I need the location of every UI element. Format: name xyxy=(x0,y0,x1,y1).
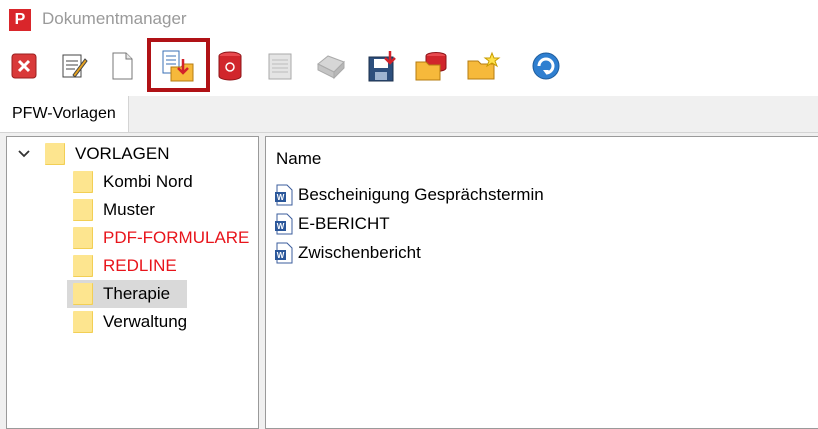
folder-icon xyxy=(73,255,93,277)
notes-button[interactable] xyxy=(262,48,298,84)
word-document-icon: W xyxy=(275,184,293,206)
refresh-icon xyxy=(532,52,560,80)
tab-pfw-vorlagen[interactable]: PFW-Vorlagen xyxy=(0,96,129,132)
word-document-icon: W xyxy=(275,242,293,264)
tab-bar: PFW-Vorlagen xyxy=(0,96,818,133)
tree-item-label: PDF-FORMULARE xyxy=(103,228,250,247)
column-header-name[interactable]: Name xyxy=(266,137,818,177)
delete-database-button[interactable] xyxy=(212,48,248,84)
open-folder-database-icon xyxy=(415,52,447,81)
list-item[interactable]: W Bescheinigung Gesprächstermin xyxy=(274,181,544,209)
tree-item-label: Muster xyxy=(103,200,155,219)
folder-tree: VORLAGEN Kombi Nord Muster PDF-FORMULARE… xyxy=(6,136,259,429)
delete-database-icon xyxy=(218,51,242,81)
svg-text:W: W xyxy=(277,193,285,202)
refresh-button[interactable] xyxy=(528,48,564,84)
tree-item-therapie[interactable]: Therapie xyxy=(73,281,170,307)
close-icon xyxy=(11,53,37,79)
tree-item-label: Verwaltung xyxy=(103,312,188,331)
notes-icon xyxy=(268,53,292,80)
print-button[interactable] xyxy=(312,48,348,84)
tree-item-label: Therapie xyxy=(103,284,171,303)
new-folder-button[interactable] xyxy=(466,48,502,84)
toolbar xyxy=(0,40,818,96)
word-document-icon: W xyxy=(275,213,293,235)
svg-text:W: W xyxy=(277,251,285,260)
new-document-button[interactable] xyxy=(104,48,140,84)
tree-item-label: VORLAGEN xyxy=(75,144,170,163)
tree-item-label: REDLINE xyxy=(103,256,177,275)
folder-icon xyxy=(73,311,93,333)
file-name: Bescheinigung Gesprächstermin xyxy=(298,185,544,204)
save-export-button[interactable] xyxy=(364,48,400,84)
tree-root-vorlagen[interactable]: VORLAGEN xyxy=(15,141,169,167)
tree-item-pdf-formulare[interactable]: PDF-FORMULARE xyxy=(73,225,249,251)
window-title: Dokumentmanager xyxy=(42,9,187,28)
tree-item-verwaltung[interactable]: Verwaltung xyxy=(73,309,187,335)
list-item[interactable]: W Zwischenbericht xyxy=(274,239,421,267)
file-name: Zwischenbericht xyxy=(298,243,421,262)
app-logo-icon: P xyxy=(9,9,31,31)
close-button[interactable] xyxy=(6,48,42,84)
file-name: E-BERICHT xyxy=(298,214,390,233)
svg-text:W: W xyxy=(277,222,285,231)
open-folder-database-button[interactable] xyxy=(414,48,450,84)
edit-document-button[interactable] xyxy=(56,48,92,84)
edit-document-icon xyxy=(62,54,88,78)
folder-icon xyxy=(73,227,93,249)
folder-icon xyxy=(73,199,93,221)
print-icon xyxy=(317,55,345,80)
file-list: Name W Bescheinigung Gesprächstermin W E… xyxy=(265,136,818,429)
content-area: VORLAGEN Kombi Nord Muster PDF-FORMULARE… xyxy=(0,133,818,429)
folder-icon xyxy=(73,283,93,305)
tree-item-kombi-nord[interactable]: Kombi Nord xyxy=(73,169,193,195)
tree-item-redline[interactable]: REDLINE xyxy=(73,253,177,279)
save-export-icon xyxy=(368,51,396,82)
folder-icon xyxy=(73,171,93,193)
tree-item-muster[interactable]: Muster xyxy=(73,197,155,223)
folder-icon xyxy=(45,143,65,165)
chevron-down-icon[interactable] xyxy=(15,141,33,167)
new-folder-icon xyxy=(467,51,501,80)
tree-item-label: Kombi Nord xyxy=(103,172,193,191)
title-bar: P Dokumentmanager xyxy=(0,0,818,40)
list-item[interactable]: W E-BERICHT xyxy=(274,210,390,238)
new-document-icon xyxy=(112,52,133,80)
import-button-highlight xyxy=(147,38,210,92)
